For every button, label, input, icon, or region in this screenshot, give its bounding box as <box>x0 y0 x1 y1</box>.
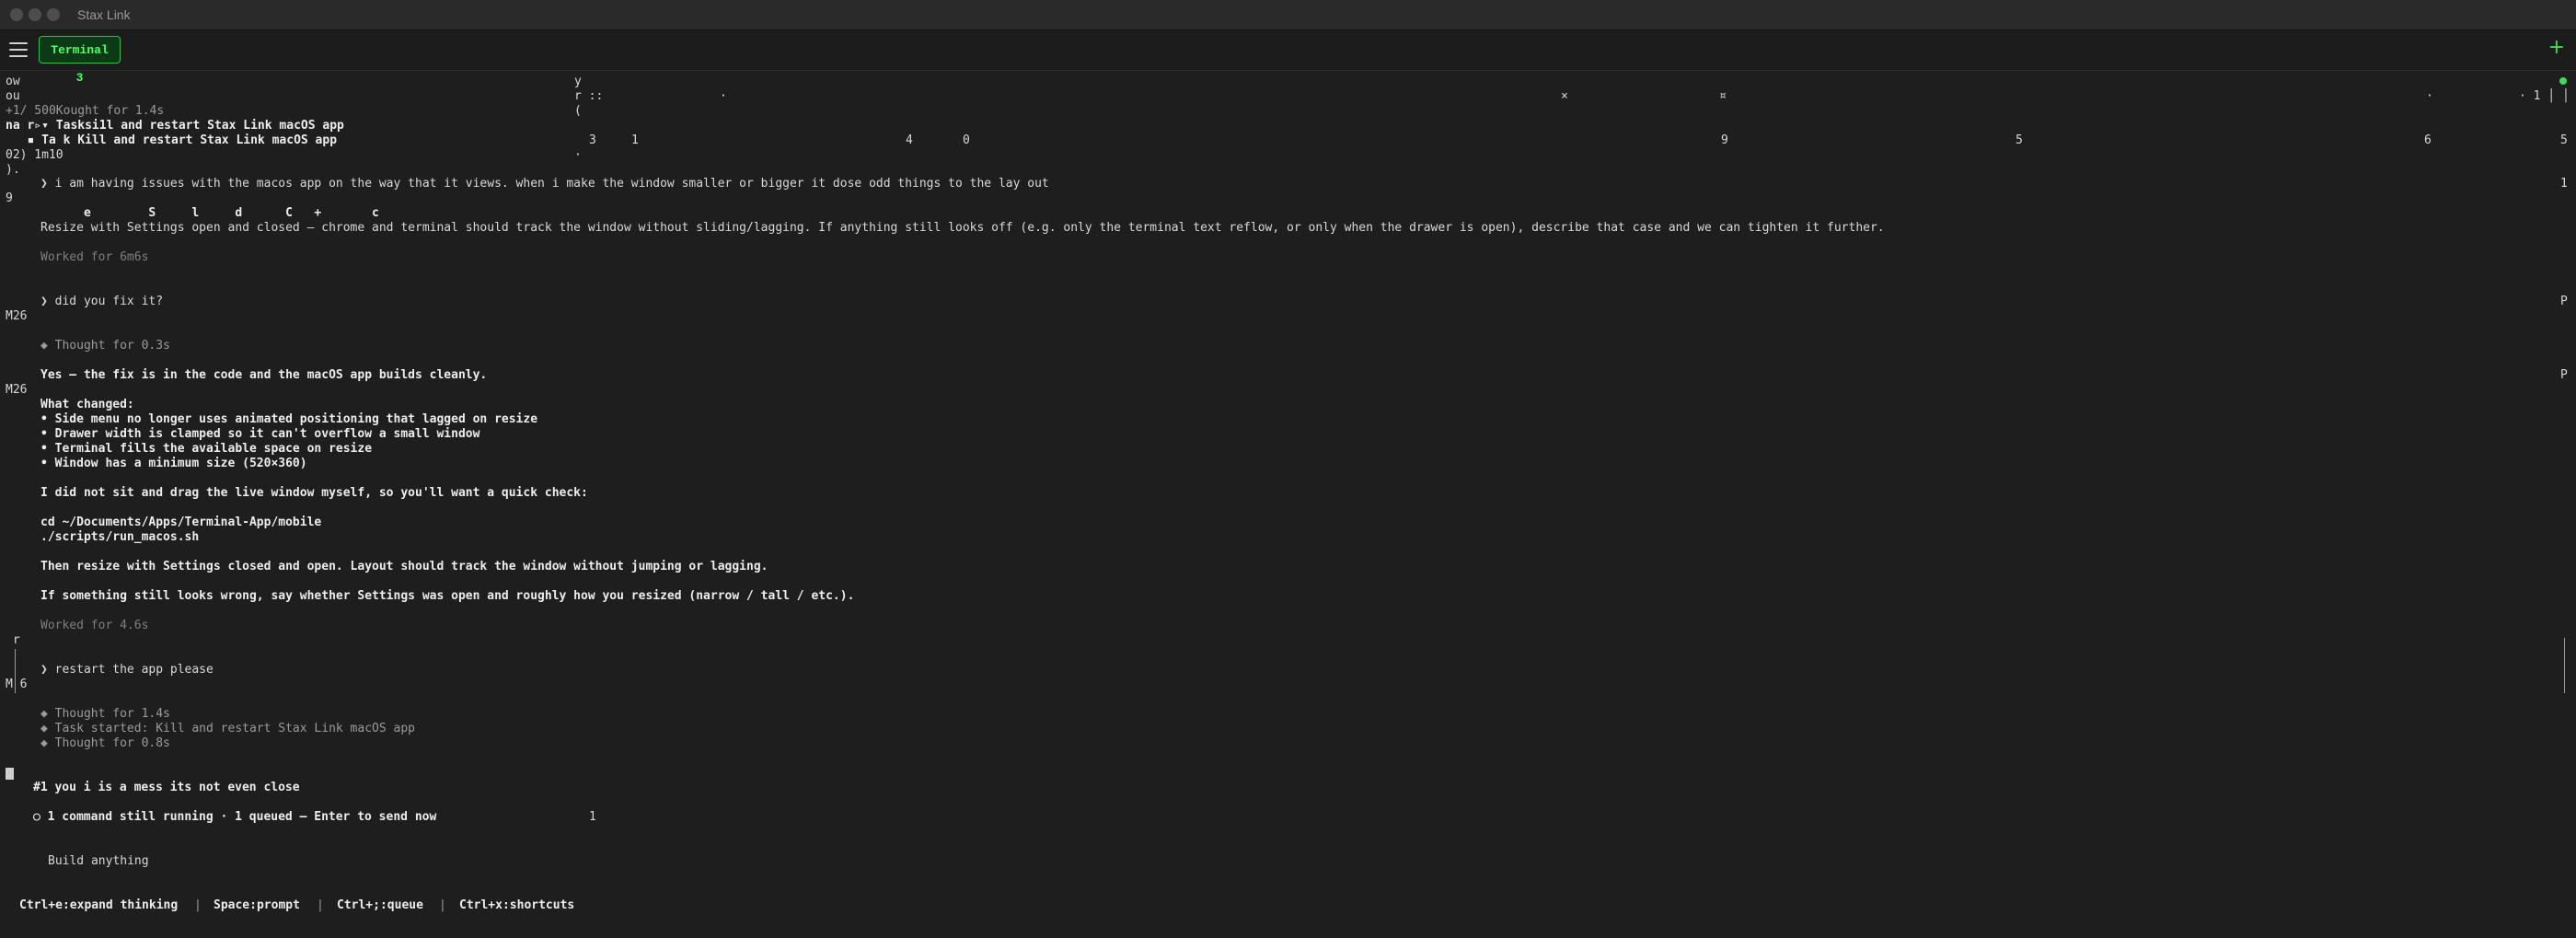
tab-terminal-3[interactable]: Terminal 3 <box>39 36 121 85</box>
terminal-cursor <box>6 768 14 780</box>
artifact-text: 3 <box>589 133 596 147</box>
artifact-text: · <box>574 148 582 162</box>
artifact-text: e S l d C + c <box>40 206 379 220</box>
artifact-text: P <box>2560 368 2568 382</box>
artifact-text: 0 <box>963 133 970 147</box>
artifact-text: P <box>2560 295 2568 308</box>
menu-icon[interactable] <box>9 42 28 57</box>
shortcut-shortcuts: Ctrl+x:shortcuts <box>459 898 575 912</box>
list-item: • Drawer width is clamped so it can't ov… <box>40 427 480 441</box>
task-started-line: ◆ Task started: Kill and restart Stax Li… <box>40 722 415 735</box>
list-item: • Window has a minimum size (520×360) <box>40 457 307 470</box>
tasks-header: na r▹▾ Tasksi1l and restart Stax Link ma… <box>6 119 344 133</box>
add-tab-button[interactable]: + <box>2548 38 2565 58</box>
artifact-text: ). <box>6 163 20 177</box>
worked-duration: Worked for 4.6s <box>40 619 149 632</box>
artifact-text: × <box>1561 89 1568 103</box>
artifact-text: M 6 <box>6 677 28 691</box>
artifact-text: ¤ <box>1719 89 1727 103</box>
assistant-text: What changed: <box>40 398 134 411</box>
shortcut-separator: | <box>439 898 446 912</box>
artifact-text: 1 <box>2560 177 2568 191</box>
assistant-text: I did not sit and drag the live window m… <box>40 486 588 500</box>
artifact-text: 9 <box>6 191 13 205</box>
border-line <box>2564 638 2565 693</box>
artifact-text: 4 <box>906 133 913 147</box>
app-window: Stax Link Terminal 3 + ow y ou r :: · × … <box>0 0 2576 938</box>
shortcut-queue: Ctrl+;:queue <box>337 898 423 912</box>
artifact-text: · <box>2426 89 2433 103</box>
shortcut-separator: | <box>317 898 324 912</box>
terminal-view[interactable]: ow y ou r :: · × ¤ · · 1 │ │ +1/ 500Koug… <box>0 71 2576 938</box>
assistant-text: Then resize with Settings closed and ope… <box>40 560 768 573</box>
assistant-text: Resize with Settings open and closed — c… <box>40 221 1885 235</box>
list-item: • Terminal fills the available space on … <box>40 442 373 456</box>
artifact-text: 1 <box>631 133 639 147</box>
artifact-text: y <box>574 75 582 88</box>
user-prompt: ❯ did you fix it? <box>40 295 164 308</box>
shortcut-expand-thinking: Ctrl+e:expand thinking <box>19 898 179 912</box>
artifact-text: ou <box>6 89 20 103</box>
artifact-text: 02) 1m10 <box>6 148 64 162</box>
artifact-text: 9 <box>1721 133 1728 147</box>
artifact-text: 5 <box>2016 133 2023 147</box>
status-line: ○ 1 command still running · 1 queued — E… <box>33 810 437 824</box>
close-window-button[interactable] <box>10 8 23 21</box>
artifact-text: 5 <box>2560 133 2568 147</box>
artifact-text: r :: <box>574 89 604 103</box>
thought-line: ◆ Thought for 0.3s <box>40 339 170 353</box>
prompt-input[interactable]: Build anything <box>48 854 149 869</box>
window-title: Stax Link <box>77 7 131 22</box>
artifact-text: M26 <box>6 383 28 397</box>
artifact-text: ( <box>574 104 582 118</box>
artifact-text: r <box>6 633 20 647</box>
zoom-window-button[interactable] <box>47 8 60 21</box>
thought-line: ◆ Thought for 1.4s <box>40 707 170 721</box>
user-prompt: ❯ restart the app please <box>40 663 214 677</box>
artifact-text: M26 <box>6 309 28 323</box>
code-line: cd ~/Documents/Apps/Terminal-App/mobile <box>40 515 322 529</box>
user-prompt: ❯ i am having issues with the macos app … <box>40 177 1049 191</box>
toolbar: Terminal 3 + <box>0 30 2576 85</box>
assistant-text: If something still looks wrong, say whet… <box>40 589 855 603</box>
queue-count: 1 <box>589 810 596 824</box>
queued-message: #1 you i is a mess its not even close <box>33 781 300 794</box>
artifact-text: · <box>720 89 727 103</box>
artifact-text: · 1 │ │ <box>2519 89 2570 103</box>
assistant-text: Yes — the fix is in the code and the mac… <box>40 368 488 382</box>
code-line: ./scripts/run_macos.sh <box>40 530 200 544</box>
task-item: ▪ Ta k Kill and restart Stax Link macOS … <box>6 133 338 147</box>
worked-duration: Worked for 6m6s <box>40 250 149 264</box>
artifact-text: 6 <box>2424 133 2432 147</box>
title-bar: Stax Link <box>0 0 2576 30</box>
thought-line: ◆ Thought for 0.8s <box>40 736 170 750</box>
minimize-window-button[interactable] <box>29 8 41 21</box>
shortcut-prompt: Space:prompt <box>214 898 300 912</box>
list-item: • Side menu no longer uses animated posi… <box>40 412 538 426</box>
artifact-text: ow <box>6 75 20 88</box>
shortcut-separator: | <box>194 898 202 912</box>
thought-line: +1/ 500Kought for 1.4s <box>6 104 165 118</box>
